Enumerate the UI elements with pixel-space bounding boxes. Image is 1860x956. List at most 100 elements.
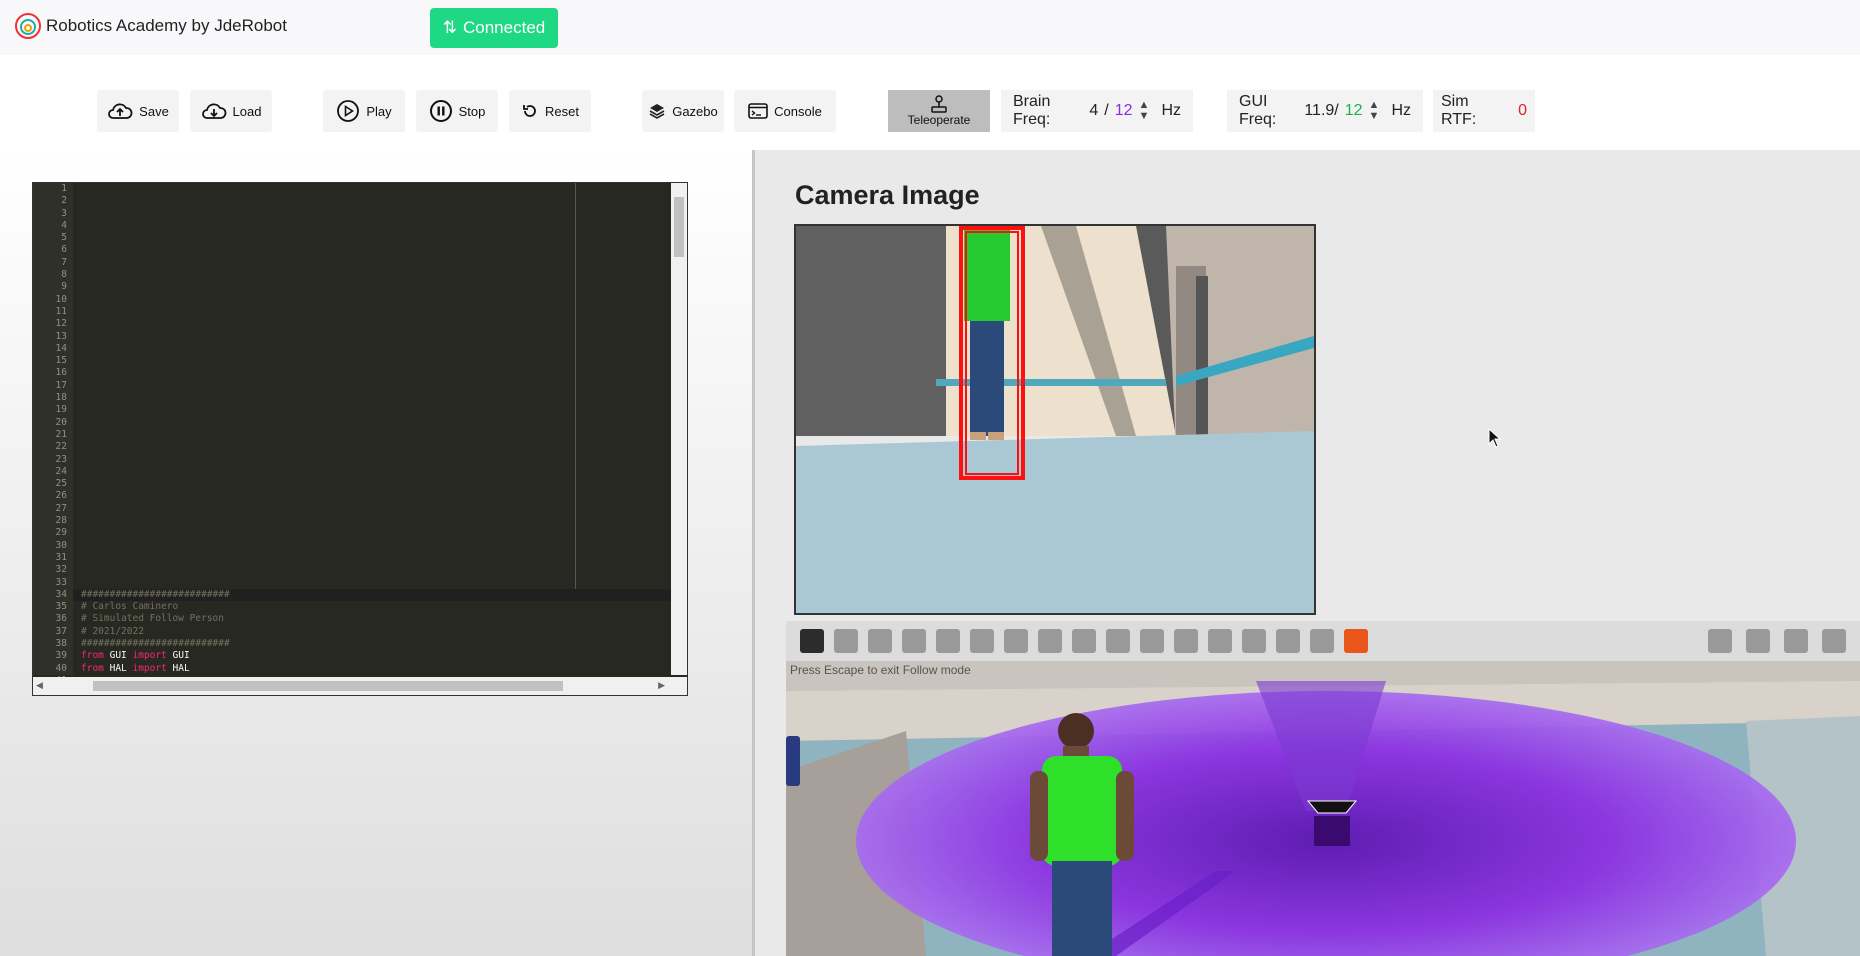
reset-button[interactable]: Reset: [509, 90, 591, 132]
save-button[interactable]: Save: [97, 90, 179, 132]
directional-light-icon[interactable]: [1174, 629, 1198, 653]
camera-image-title: Camera Image: [795, 180, 980, 210]
jderobot-logo-icon: [15, 13, 41, 39]
line-number: 32: [55, 564, 67, 576]
paste-icon[interactable]: [1242, 629, 1266, 653]
line-number: 12: [55, 318, 67, 330]
horizontal-scroll-thumb[interactable]: [93, 681, 563, 691]
line-number: 40: [55, 662, 67, 674]
toolbar: Save Load Play Stop Reset Gazebo Console…: [0, 55, 1860, 151]
view-angle-icon[interactable]: [1344, 629, 1368, 653]
plot-icon[interactable]: [1784, 629, 1808, 653]
horizontal-scrollbar[interactable]: ◀ ▶: [33, 677, 687, 695]
console-icon: [748, 103, 768, 119]
stop-label: Stop: [458, 103, 486, 119]
copy-icon[interactable]: [1208, 629, 1232, 653]
sim-rtf-display: Sim RTF: 0: [1433, 90, 1535, 132]
line-number: 1: [61, 183, 67, 194]
line-number: 25: [55, 478, 67, 490]
sphere-shape-icon[interactable]: [1038, 629, 1062, 653]
gui-freq-spinner-icon[interactable]: ▲ ▼: [1369, 100, 1380, 122]
rotate-icon[interactable]: [868, 629, 892, 653]
snap-magnet-icon[interactable]: [1310, 629, 1334, 653]
video-record-icon[interactable]: [1822, 629, 1846, 653]
undo-icon[interactable]: [936, 629, 960, 653]
console-button[interactable]: Console: [734, 90, 836, 132]
gazebo-toolbar-right: [1708, 629, 1846, 653]
follow-mode-notice: Press Escape to exit Follow mode: [790, 663, 971, 677]
brain-freq-label: Brain Freq:: [1013, 93, 1051, 128]
play-icon: [337, 100, 360, 122]
line-number: 26: [55, 490, 67, 502]
brand[interactable]: Robotics Academy by JdeRobot: [14, 12, 287, 40]
spot-light-icon[interactable]: [1140, 629, 1164, 653]
vertical-scrollbar[interactable]: [671, 183, 687, 675]
navbar: Robotics Academy by JdeRobot ⇅ Connected: [0, 0, 1860, 55]
play-button[interactable]: Play: [323, 90, 405, 132]
log-icon[interactable]: [1746, 629, 1770, 653]
brain-freq-separator: /: [1104, 102, 1109, 119]
load-button[interactable]: Load: [190, 90, 272, 132]
gui-freq-current: 11.9/: [1304, 102, 1339, 119]
select-arrow-icon[interactable]: [800, 629, 824, 653]
gui-freq-unit: Hz: [1391, 102, 1411, 119]
point-light-icon[interactable]: [1106, 629, 1130, 653]
connected-button[interactable]: ⇅ Connected: [430, 8, 558, 48]
cloud-upload-icon: [108, 103, 133, 119]
brain-freq-target[interactable]: 12: [1115, 102, 1133, 120]
cylinder-shape-icon[interactable]: [1072, 629, 1096, 653]
gazebo-viewer[interactable]: Press Escape to exit Follow mode: [786, 621, 1860, 956]
gazebo-button[interactable]: Gazebo: [642, 90, 724, 132]
code-line-40: from HAL import HAL: [81, 662, 190, 674]
scale-icon[interactable]: [902, 629, 926, 653]
brain-freq-spinner-icon[interactable]: ▲ ▼: [1139, 100, 1150, 122]
load-label: Load: [232, 103, 262, 119]
translate-icon[interactable]: [834, 629, 858, 653]
redo-icon[interactable]: [970, 629, 994, 653]
pause-icon: [429, 100, 452, 122]
screenshot-camera-icon[interactable]: [1708, 629, 1732, 653]
sim-rtf-label: Sim RTF:: [1441, 93, 1477, 128]
vertical-scroll-thumb[interactable]: [674, 197, 684, 257]
gui-freq-control: GUI Freq: 11.9/ 12 ▲ ▼ Hz: [1227, 90, 1423, 132]
gui-freq-label: GUI Freq:: [1239, 93, 1277, 128]
teleoperate-button[interactable]: Teleoperate: [888, 90, 990, 132]
code-area[interactable]: ########################## # Carlos Cami…: [81, 183, 671, 675]
stop-button[interactable]: Stop: [416, 90, 498, 132]
code-editor[interactable]: 1 2 3 4 5 6 7 8 9 10 11 12 13 14 15 16 17 18 19 20 21 22 23 24 2…: [32, 182, 688, 696]
line-number: 34: [55, 588, 67, 600]
line-gutter: 1 2 3 4 5 6 7 8 9 10 11 12 13 14 15 16 17 18 19 20 21 22 23 24 2…: [33, 183, 73, 695]
line-number: 27: [55, 502, 67, 514]
reset-label: Reset: [545, 103, 579, 119]
line-number: 9: [61, 281, 67, 293]
line-number: 15: [55, 355, 67, 367]
line-number: 20: [55, 416, 67, 428]
scroll-right-icon[interactable]: ▶: [658, 680, 665, 691]
box-shape-icon[interactable]: [1004, 629, 1028, 653]
line-number: 35: [55, 601, 67, 613]
line-number: 5: [61, 232, 67, 244]
line-number: 18: [55, 392, 67, 404]
align-icon[interactable]: [1276, 629, 1300, 653]
line-number: 2: [61, 195, 67, 207]
mouse-cursor-icon: [1488, 428, 1502, 448]
gazebo-icon: [649, 104, 665, 119]
scroll-left-icon[interactable]: ◀: [36, 680, 43, 691]
gui-freq-target[interactable]: 12: [1345, 102, 1363, 120]
